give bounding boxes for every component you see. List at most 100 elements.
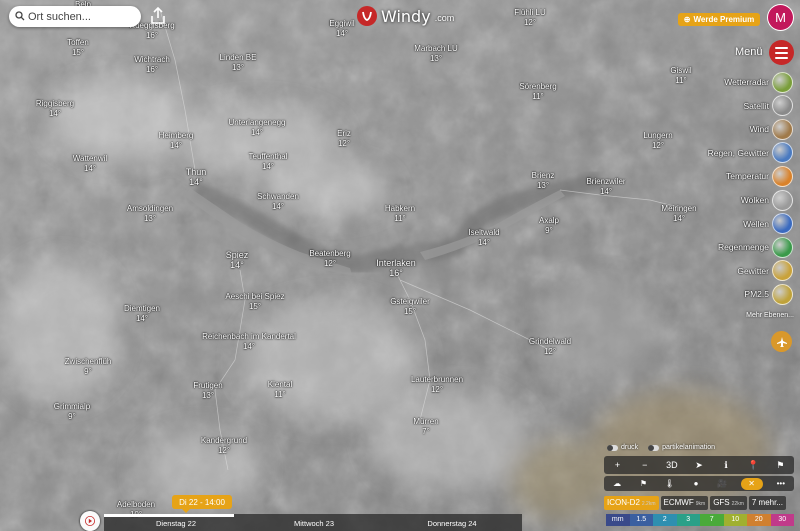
place-label[interactable]: Kiental 11° xyxy=(268,380,292,400)
place-label[interactable]: Reichenbach im Kandertal 14° xyxy=(202,332,296,352)
place-name: Lenk xyxy=(61,440,78,450)
search-input[interactable] xyxy=(28,8,134,25)
model-gfs[interactable]: GFS 22km xyxy=(710,496,747,510)
place-label[interactable]: Habkern 11° xyxy=(385,204,415,224)
place-label[interactable]: Thun 14° xyxy=(186,167,207,187)
layer-wind[interactable]: Wind xyxy=(750,118,793,140)
place-temperature: 11° xyxy=(675,76,687,85)
place-name: Iseltwald xyxy=(468,228,500,237)
user-avatar[interactable]: M xyxy=(768,5,793,30)
place-label[interactable]: Frutigen 13° xyxy=(193,381,222,401)
satellite-icon[interactable] xyxy=(772,95,793,117)
close-button[interactable]: ✕ xyxy=(740,477,763,490)
flag-icon[interactable]: ⚑ xyxy=(635,479,651,488)
camera-icon[interactable]: 🎥 xyxy=(714,479,730,488)
place-label[interactable]: Spiez 14° xyxy=(226,250,249,270)
place-label[interactable]: Toffen 15° xyxy=(67,38,89,58)
place-label[interactable]: Brienzwiler 14° xyxy=(586,177,625,197)
layer-wetterradar[interactable]: Wetterradar xyxy=(724,71,793,93)
layer-regen-gewitter[interactable]: Regen, Gewitter xyxy=(708,142,793,164)
place-label[interactable]: Schwanden 14° xyxy=(257,192,299,212)
place-label[interactable]: Lungern 12° xyxy=(643,131,672,151)
place-label[interactable]: Flühli LU 12° xyxy=(514,8,546,28)
place-label[interactable]: Heimberg 14° xyxy=(159,131,194,151)
waves-icon[interactable] xyxy=(772,213,793,235)
layer-satellit[interactable]: Satellit xyxy=(743,95,793,117)
locate-button[interactable]: ➤ xyxy=(690,460,708,471)
info-icon[interactable]: ℹ xyxy=(717,460,735,471)
menu-label[interactable]: Menü xyxy=(735,46,763,58)
wind-icon[interactable] xyxy=(772,118,793,140)
model-ecmwf[interactable]: ECMWF 9km xyxy=(660,496,709,510)
premium-button[interactable]: ⊕ Werde Premium xyxy=(678,13,760,26)
windy-logo[interactable]: Windy .com xyxy=(357,6,454,26)
place-label[interactable]: Marbach LU 13° xyxy=(414,44,458,64)
more-options-button[interactable]: ••• xyxy=(773,479,789,488)
layer-wolken[interactable]: Wolken xyxy=(741,189,793,211)
model-icon-d2[interactable]: ICON-D2 2.2km xyxy=(604,496,659,510)
particles-toggle[interactable]: partikelanimation xyxy=(648,444,715,451)
pm25-icon[interactable] xyxy=(772,283,793,305)
place-label[interactable]: Sörenberg 11° xyxy=(519,82,556,102)
place-label[interactable]: Wattenwil 14° xyxy=(73,154,107,174)
place-label[interactable]: Riggisberg 14° xyxy=(36,99,74,119)
place-label[interactable]: Iseltwald 14° xyxy=(468,228,499,248)
pressure-toggle[interactable]: druck xyxy=(607,444,638,451)
share-icon[interactable] xyxy=(150,7,166,25)
timeline-day[interactable]: Donnerstag 24 xyxy=(427,519,476,528)
place-label[interactable]: Mürren 7° xyxy=(413,417,438,437)
place-label[interactable]: Lauterbrunnen 12° xyxy=(411,375,463,395)
cloud-icon[interactable]: ☁ xyxy=(609,479,625,488)
place-label[interactable]: Grindelwald 12° xyxy=(529,337,571,357)
place-label[interactable]: Meiringen 14° xyxy=(661,204,696,224)
toggle-switch[interactable] xyxy=(648,444,660,451)
radar-icon[interactable] xyxy=(772,71,793,93)
place-label[interactable]: Gsteigwiler 15° xyxy=(390,297,430,317)
flag-icon[interactable]: ⚑ xyxy=(771,460,789,471)
place-label[interactable]: Beatenberg 12° xyxy=(309,249,350,269)
play-button[interactable] xyxy=(80,511,100,531)
current-time-bubble[interactable]: Di 22 - 14:00 xyxy=(172,495,232,513)
place-label[interactable]: Wichtrach 16° xyxy=(134,55,170,75)
place-label[interactable]: Interlaken 16° xyxy=(376,258,416,278)
rain-icon[interactable] xyxy=(772,142,793,164)
timeline-day[interactable]: Dienstag 22 xyxy=(156,519,196,528)
place-label[interactable]: Grimmialp 9° xyxy=(54,402,90,422)
airplane-icon[interactable] xyxy=(771,331,792,352)
temperature-icon[interactable] xyxy=(772,165,793,187)
layer-wellen[interactable]: Wellen xyxy=(743,213,793,235)
hamburger-menu-button[interactable] xyxy=(769,40,794,65)
timeline-bar[interactable]: Dienstag 22 Mittwoch 23 Donnerstag 24 xyxy=(104,514,522,531)
place-label[interactable]: Eggiwil 14° xyxy=(329,19,354,39)
place-label[interactable]: Giswil 11° xyxy=(670,66,691,86)
place-label[interactable]: Eriz 12° xyxy=(337,129,351,149)
timeline-day[interactable]: Mittwoch 23 xyxy=(294,519,334,528)
place-label[interactable]: Brienz 13° xyxy=(532,171,555,191)
place-label[interactable]: Linden BE 13° xyxy=(220,53,257,73)
more-layers-link[interactable]: Mehr Ebenen... xyxy=(746,312,794,319)
place-label[interactable]: Aeschi bei Spiez 15° xyxy=(225,292,284,312)
dot-icon[interactable]: ● xyxy=(688,479,704,488)
place-label[interactable]: Teuffenthal 14° xyxy=(249,152,288,172)
pin-icon[interactable]: 📍 xyxy=(744,460,762,471)
place-label[interactable]: Unterlangenegg 14° xyxy=(229,118,286,138)
clouds-icon[interactable] xyxy=(772,189,793,211)
place-label[interactable]: Zwischenflüh 9° xyxy=(65,357,112,377)
place-label[interactable]: Kandergrund 12° xyxy=(201,436,247,456)
toggle-switch[interactable] xyxy=(607,444,618,451)
place-label[interactable]: Amsoldingen 13° xyxy=(127,204,173,224)
model-7-mehr-[interactable]: 7 mehr... xyxy=(748,496,786,510)
layer-regenmenge[interactable]: Regenmenge xyxy=(718,236,793,258)
place-label[interactable]: Axalp 9° xyxy=(539,216,559,236)
layer-pm2-5[interactable]: PM2.5 xyxy=(744,283,793,305)
thunder-icon[interactable] xyxy=(772,260,793,282)
place-label[interactable]: Diemtigen 14° xyxy=(124,304,160,324)
search-bar[interactable] xyxy=(9,6,141,27)
thermometer-icon[interactable]: 🌡 xyxy=(662,479,678,488)
zoom-in-button[interactable]: + xyxy=(609,460,627,470)
3d-button[interactable]: 3D xyxy=(663,460,681,470)
rain-accumulation-icon[interactable] xyxy=(772,236,793,258)
zoom-out-button[interactable]: − xyxy=(636,460,654,470)
layer-temperatur[interactable]: Temperatur xyxy=(726,165,793,187)
layer-gewitter[interactable]: Gewitter xyxy=(737,260,793,282)
